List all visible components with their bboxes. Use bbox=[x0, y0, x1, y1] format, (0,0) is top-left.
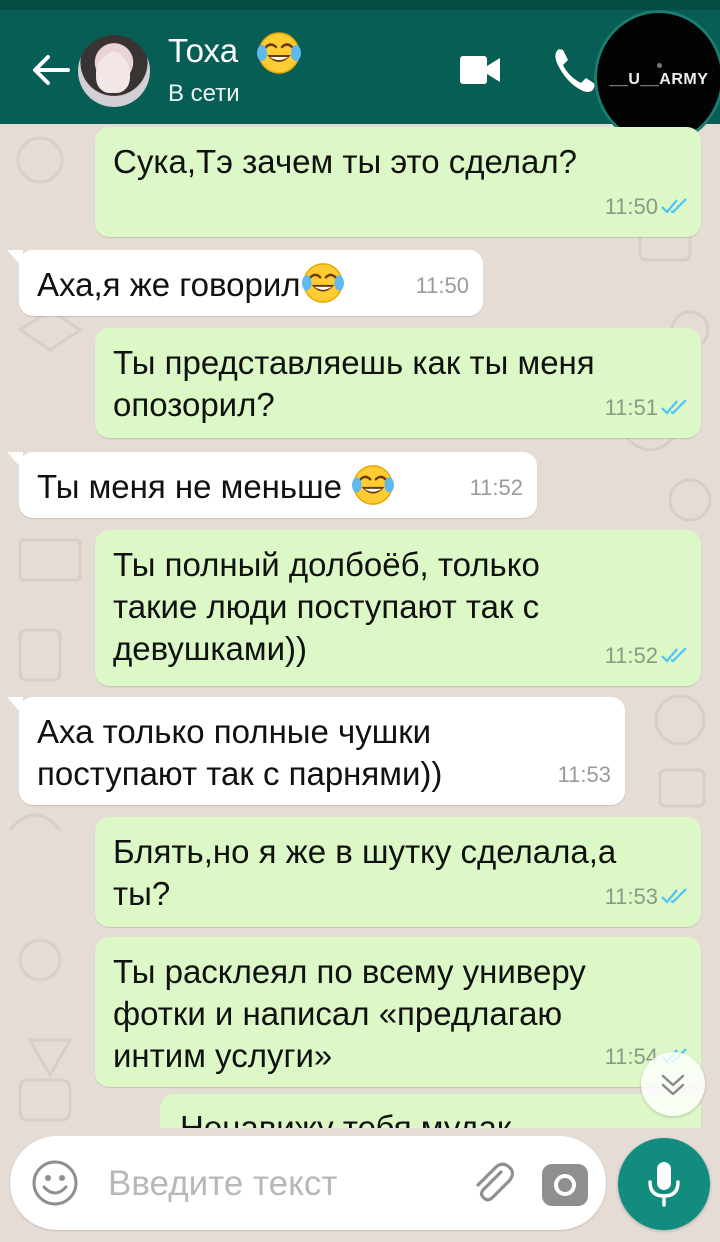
message-incoming[interactable]: Ты меня не меньше 11:52 bbox=[7, 452, 537, 518]
read-ticks-icon bbox=[661, 198, 687, 214]
message-outgoing[interactable]: Сука,Тэ зачем ты это сделал? 11:50 bbox=[95, 127, 701, 237]
camera-icon[interactable] bbox=[540, 1160, 590, 1208]
voice-message-button[interactable] bbox=[618, 1138, 710, 1230]
message-outgoing[interactable]: Блять,но я же в шутку сделала,а ты? 11:5… bbox=[95, 817, 701, 927]
mic-icon bbox=[648, 1162, 680, 1207]
message-text-line: поступают так с парнями)) bbox=[37, 755, 443, 792]
phone-icon[interactable] bbox=[553, 47, 595, 93]
message-text-line: фотки и написал «предлагаю bbox=[113, 995, 563, 1032]
message-text-line: Ты представляешь как ты меня bbox=[113, 344, 595, 381]
back-arrow-icon[interactable] bbox=[28, 48, 72, 92]
contact-status: В сети bbox=[168, 80, 240, 107]
message-text: Ненавижу тебя мудак bbox=[180, 1109, 512, 1128]
message-time: 11:53 bbox=[605, 875, 689, 919]
watermark-logo: __U__ARMY bbox=[594, 10, 720, 145]
message-text-line: девушками)) bbox=[113, 630, 308, 667]
scroll-down-icon bbox=[661, 1074, 685, 1096]
message-incoming[interactable]: Аха только полные чушки поступают так с … bbox=[7, 697, 625, 805]
message-outgoing[interactable]: Ты представляешь как ты меня опозорил? 1… bbox=[95, 328, 701, 438]
message-time: 11:52 bbox=[469, 475, 523, 500]
message-text: Ты меня не меньше bbox=[37, 468, 342, 505]
message-input[interactable] bbox=[106, 1158, 470, 1210]
message-text-line: интим услуги» bbox=[113, 1037, 333, 1074]
chat-header: Тоха В сети __U__ARMY bbox=[0, 10, 720, 145]
message-text: Сука,Тэ зачем ты это сделал? bbox=[113, 143, 577, 180]
message-text-line: Ты расклеял по всему универу bbox=[113, 953, 586, 990]
message-outgoing[interactable]: Ты расклеял по всему универу фотки и нап… bbox=[95, 937, 701, 1087]
read-ticks-icon bbox=[661, 399, 687, 415]
message-text-line: Блять,но я же в шутку сделала,а bbox=[113, 833, 617, 870]
attach-icon[interactable] bbox=[468, 1158, 518, 1208]
face-with-tears-of-joy-icon bbox=[301, 263, 344, 303]
message-text: Аха,я же говорил bbox=[37, 266, 301, 303]
message-outgoing-partial[interactable]: Ненавижу тебя мудак bbox=[160, 1094, 701, 1128]
face-with-tears-of-joy-icon bbox=[257, 32, 301, 74]
message-text-line: Ты полный долбоёб, только bbox=[113, 546, 540, 583]
face-with-tears-of-joy-icon bbox=[352, 465, 395, 505]
message-text-line: такие люди поступают так с bbox=[113, 588, 540, 625]
message-time: 11:52 bbox=[605, 634, 689, 678]
message-time: 11:53 bbox=[557, 762, 611, 787]
status-bar bbox=[0, 0, 720, 10]
scroll-down-button[interactable] bbox=[641, 1052, 705, 1116]
video-call-icon[interactable] bbox=[460, 56, 500, 84]
emoji-icon[interactable] bbox=[30, 1158, 80, 1208]
message-outgoing[interactable]: Ты полный долбоёб, только такие люди пос… bbox=[95, 530, 701, 686]
read-ticks-icon bbox=[661, 647, 687, 663]
read-ticks-icon bbox=[661, 888, 687, 904]
message-time: 11:51 bbox=[605, 386, 689, 430]
message-text-line: опозорил? bbox=[113, 386, 275, 423]
contact-avatar[interactable] bbox=[78, 35, 150, 107]
message-time: 11:50 bbox=[415, 273, 469, 298]
message-incoming[interactable]: Аха,я же говорил 11:50 bbox=[7, 250, 483, 316]
message-composer bbox=[10, 1136, 606, 1230]
message-text-line: Аха только полные чушки bbox=[37, 713, 432, 750]
message-text-line: ты? bbox=[113, 875, 171, 912]
contact-name[interactable]: Тоха bbox=[168, 32, 238, 70]
message-time: 11:50 bbox=[605, 185, 689, 229]
